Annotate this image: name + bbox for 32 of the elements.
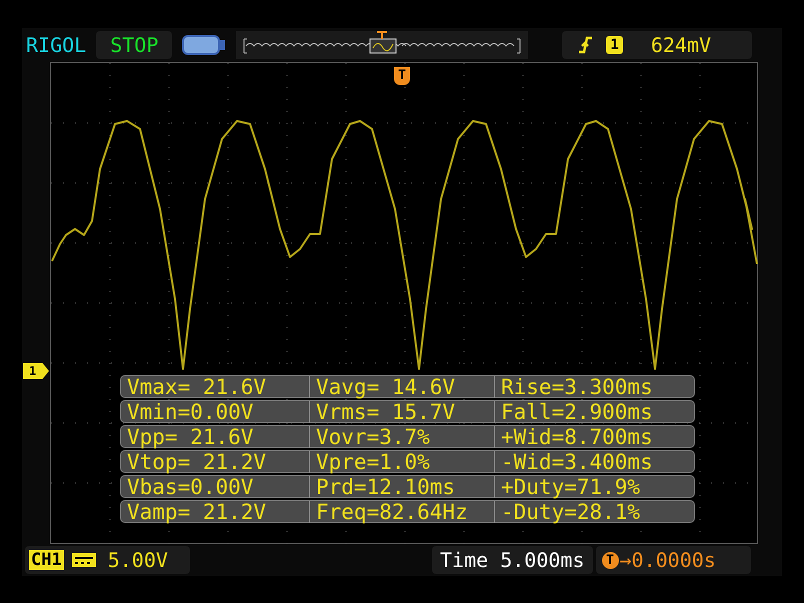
trigger-offset: →0.0000s — [620, 547, 716, 574]
run-state: STOP — [96, 31, 172, 59]
trigger-position-marker[interactable]: T — [394, 67, 410, 85]
measurement-value: Freq=82.64Hz — [309, 500, 494, 522]
measurement-value: Rise=3.300ms — [494, 376, 694, 398]
measurement-value: Vavg= 14.6V — [309, 376, 494, 398]
measurement-value: Vmin=0.00V — [126, 400, 254, 422]
trigger-icon: T — [602, 552, 618, 568]
brand-label: RIGOL — [26, 32, 86, 59]
trigger-level: 624mV — [650, 32, 712, 59]
measurement-value: Vbas=0.00V — [126, 476, 254, 498]
measurement-value: Vpp= 21.6V — [126, 426, 254, 448]
measurement-value: Vpre=1.0% — [309, 450, 494, 472]
measurement-value: Vrms= 15.7V — [309, 400, 494, 422]
measurement-value: Vmax= 21.6V — [126, 376, 268, 398]
measurement-value: Vtop= 21.2V — [126, 450, 268, 472]
measurement-value: +Wid=8.700ms — [494, 426, 694, 448]
measurement-value: -Wid=3.400ms — [494, 450, 694, 472]
measurement-value: Fall=2.900ms — [494, 400, 694, 422]
dc-coupling-icon — [72, 553, 96, 567]
channel-badge: CH1 — [29, 550, 64, 570]
measurement-value: -Duty=28.1% — [494, 500, 694, 522]
timebase-label: Time 5.000ms — [432, 546, 592, 574]
volts-per-division: 5.00V — [108, 547, 168, 574]
battery-icon — [182, 35, 226, 55]
measurement-value: Prd=12.10ms — [309, 476, 494, 498]
trigger-source-badge: 1 — [606, 36, 623, 54]
measurement-value: +Duty=71.9% — [494, 476, 694, 498]
channel-marker[interactable]: 1 — [23, 363, 49, 379]
measurement-value: Vovr=3.7% — [309, 426, 494, 448]
measurement-value: Vamp= 21.2V — [126, 500, 268, 522]
rising-edge-icon — [578, 36, 592, 54]
